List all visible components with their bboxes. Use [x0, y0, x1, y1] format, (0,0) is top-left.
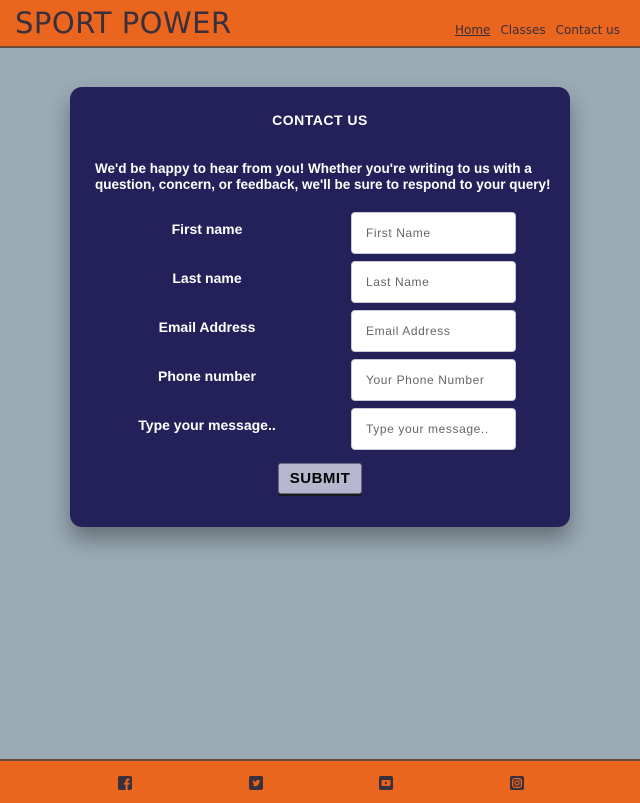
contact-title: CONTACT US	[272, 112, 368, 128]
site-header: SPORT POWER Home Classes Contact us	[0, 0, 640, 48]
phone-row: Phone number	[70, 359, 570, 401]
nav-link-contact[interactable]: Contact us	[556, 23, 620, 37]
contact-card: CONTACT US We'd be happy to hear from yo…	[70, 87, 570, 527]
message-field[interactable]	[351, 408, 516, 450]
site-logo[interactable]: SPORT POWER	[15, 6, 232, 40]
message-label: Type your message..	[138, 417, 276, 433]
last-name-label: Last name	[172, 270, 242, 286]
message-row: Type your message..	[70, 408, 570, 450]
nav-link-classes[interactable]: Classes	[500, 23, 545, 37]
email-label: Email Address	[158, 319, 256, 335]
phone-field[interactable]	[351, 359, 516, 401]
site-footer	[0, 759, 640, 803]
email-row: Email Address	[70, 310, 570, 352]
instagram-icon[interactable]	[510, 776, 524, 790]
last-name-field[interactable]	[351, 261, 516, 303]
first-name-field[interactable]	[351, 212, 516, 254]
email-field[interactable]	[351, 310, 516, 352]
twitter-icon[interactable]	[249, 776, 263, 790]
youtube-icon[interactable]	[379, 776, 393, 790]
nav-link-home[interactable]: Home	[455, 23, 490, 37]
contact-intro-text: We'd be happy to hear from you! Whether …	[95, 161, 551, 192]
main-nav: Home Classes Contact us	[455, 23, 620, 37]
facebook-icon[interactable]	[118, 776, 132, 790]
first-name-row: First name	[70, 212, 570, 254]
submit-button[interactable]: SUBMIT	[278, 463, 362, 494]
first-name-label: First name	[171, 221, 243, 237]
last-name-row: Last name	[70, 261, 570, 303]
phone-label: Phone number	[157, 368, 256, 384]
